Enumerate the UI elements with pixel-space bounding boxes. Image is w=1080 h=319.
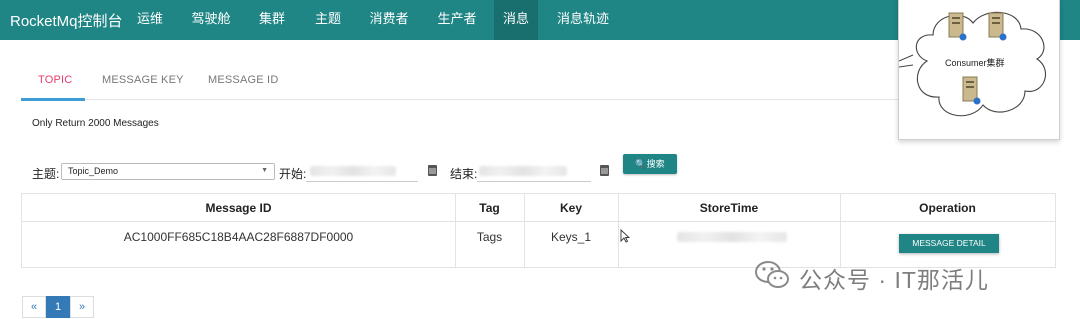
wechat-icon bbox=[755, 261, 789, 288]
consumer-cluster-label: Consumer集群 bbox=[945, 58, 1005, 68]
chevron-down-icon: ▼ bbox=[261, 167, 268, 174]
brand-title[interactable]: RocketMq控制台 bbox=[10, 10, 123, 31]
pagination-next[interactable]: » bbox=[70, 296, 94, 318]
pagination-prev[interactable]: « bbox=[22, 296, 46, 318]
topic-label: 主题: bbox=[32, 167, 60, 181]
topic-select-value: Topic_Demo bbox=[68, 166, 119, 176]
search-button-label: 搜索 bbox=[646, 159, 665, 169]
header-key: Key bbox=[559, 201, 582, 215]
header-message-id: Message ID bbox=[205, 201, 272, 215]
nav-item-consumer[interactable]: 消费者 bbox=[362, 0, 416, 40]
tab-message-key[interactable]: MESSAGE KEY bbox=[102, 74, 184, 86]
cell-store-time bbox=[677, 230, 787, 244]
end-time-input[interactable] bbox=[477, 162, 591, 182]
nav-item-message[interactable]: 消息 bbox=[494, 0, 538, 40]
message-detail-button[interactable]: MESSAGE DETAIL bbox=[899, 234, 999, 253]
calendar-icon[interactable] bbox=[600, 165, 609, 176]
header-operation: Operation bbox=[919, 201, 976, 215]
pagination-page[interactable]: 1 bbox=[46, 296, 70, 318]
consumer-cluster-diagram: Consumer集群 bbox=[898, 0, 1060, 140]
start-label: 开始: bbox=[279, 167, 307, 181]
search-button[interactable]: 🔍搜索 bbox=[623, 154, 677, 174]
mouse-cursor-icon bbox=[620, 229, 630, 243]
nav-item-message-trace[interactable]: 消息轨迹 bbox=[550, 0, 616, 40]
nav-item-topic[interactable]: 主题 bbox=[306, 0, 350, 40]
topic-select[interactable]: Topic_Demo ▼ bbox=[61, 163, 275, 180]
cloud-icon bbox=[899, 11, 1046, 117]
start-time-input[interactable] bbox=[306, 162, 418, 182]
search-icon: 🔍 bbox=[635, 159, 647, 169]
message-table: Message ID Tag Key StoreTime Operation A… bbox=[21, 193, 1056, 268]
end-label: 结束: bbox=[450, 167, 478, 181]
calendar-icon[interactable] bbox=[428, 165, 437, 176]
cell-tag: Tags bbox=[476, 230, 503, 244]
info-text: Only Return 2000 Messages bbox=[32, 118, 159, 129]
watermark-text: 公众号 · IT那活儿 bbox=[799, 267, 989, 293]
tab-topic[interactable]: TOPIC bbox=[38, 74, 72, 86]
active-tab-indicator bbox=[21, 98, 85, 101]
nav-item-producer[interactable]: 生产者 bbox=[430, 0, 484, 40]
tab-message-id[interactable]: MESSAGE ID bbox=[208, 74, 278, 86]
cell-key: Keys_1 bbox=[550, 230, 592, 244]
nav-item-ops[interactable]: 运维 bbox=[128, 0, 172, 40]
cell-message-id: AC1000FF685C18B4AAC28F6887DF0000 bbox=[123, 230, 354, 244]
nav-item-dashboard[interactable]: 驾驶舱 bbox=[186, 0, 236, 40]
header-tag: Tag bbox=[479, 201, 500, 215]
header-store-time: StoreTime bbox=[699, 201, 759, 215]
nav-item-cluster[interactable]: 集群 bbox=[250, 0, 294, 40]
